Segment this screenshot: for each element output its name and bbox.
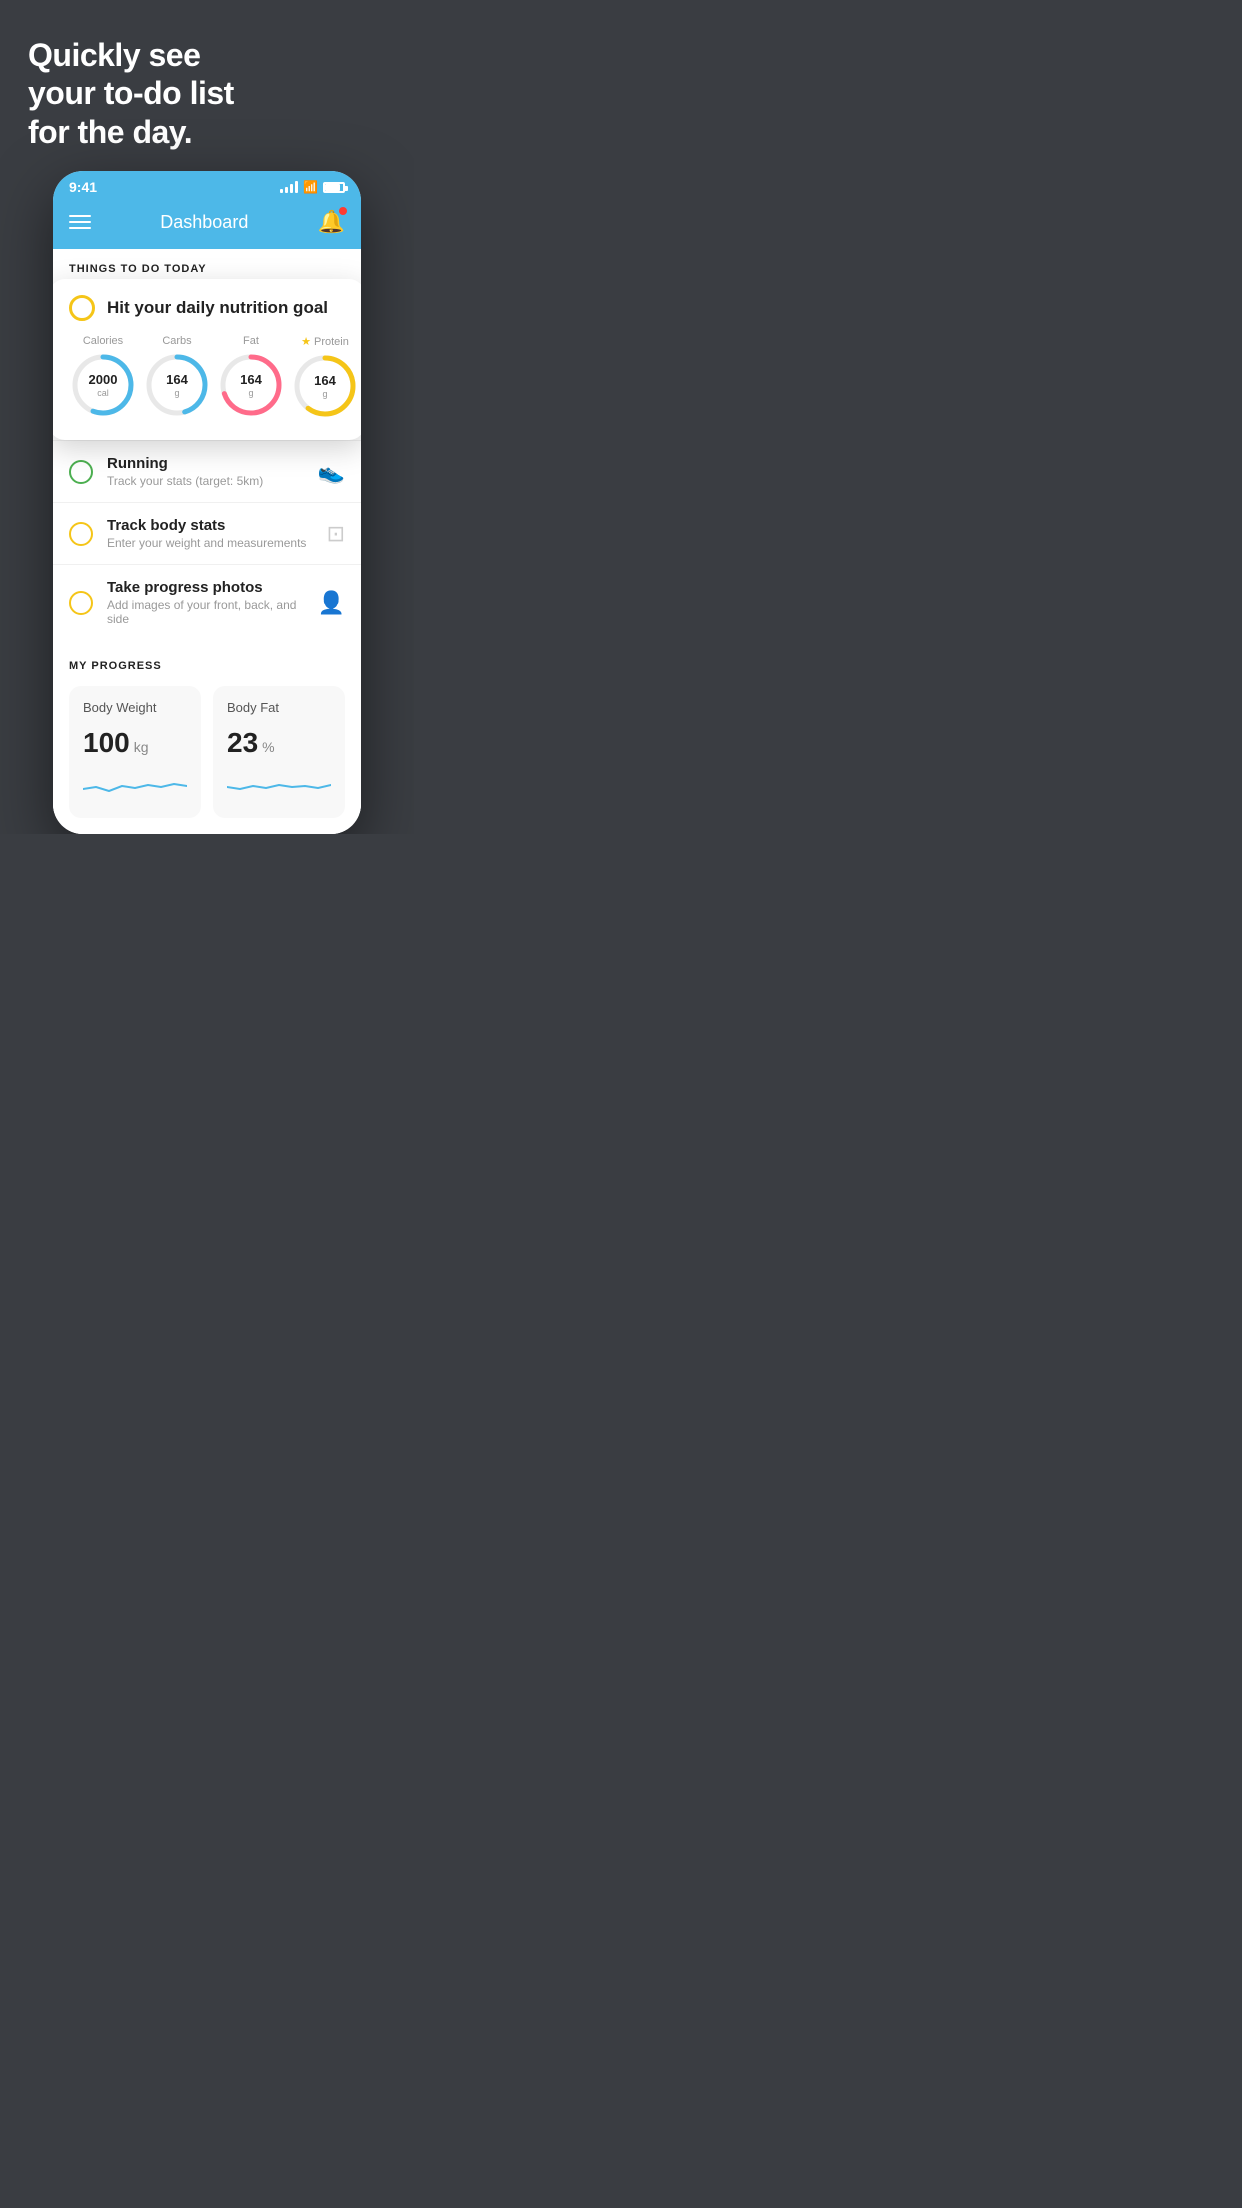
body-weight-value-row: 100 kg bbox=[83, 727, 187, 759]
protein-value: 164 bbox=[314, 373, 336, 389]
card-wrapper: Hit your daily nutrition goal Calories bbox=[53, 279, 361, 440]
calories-chart: 2000 cal bbox=[69, 351, 137, 419]
todo-running[interactable]: Running Track your stats (target: 5km) 👟 bbox=[53, 440, 361, 502]
running-radio[interactable] bbox=[69, 460, 93, 484]
nutrition-card-title-row: Hit your daily nutrition goal bbox=[69, 295, 345, 321]
carbs-label: Carbs bbox=[162, 335, 191, 347]
time: 9:41 bbox=[69, 179, 97, 195]
todo-progress-photos[interactable]: Take progress photos Add images of your … bbox=[53, 564, 361, 640]
running-text: Running Track your stats (target: 5km) bbox=[107, 455, 304, 488]
body-weight-title: Body Weight bbox=[83, 700, 187, 715]
headline: Quickly see your to-do list for the day. bbox=[0, 0, 414, 171]
status-icons: 📶 bbox=[280, 180, 345, 194]
body-fat-title: Body Fat bbox=[227, 700, 331, 715]
fat-chart: 164 g bbox=[217, 351, 285, 419]
todo-body-stats[interactable]: Track body stats Enter your weight and m… bbox=[53, 502, 361, 564]
wifi-icon: 📶 bbox=[303, 180, 318, 194]
headline-line3: for the day. bbox=[28, 113, 386, 151]
signal-icon bbox=[280, 181, 298, 193]
carbs-value: 164 bbox=[166, 372, 188, 388]
calories-value: 2000 bbox=[89, 372, 118, 388]
nutrition-todo-radio[interactable] bbox=[69, 295, 95, 321]
nutrition-carbs: Carbs 164 g bbox=[143, 335, 211, 419]
things-to-do-header: THINGS TO DO TODAY bbox=[53, 249, 361, 283]
hamburger-icon[interactable] bbox=[69, 215, 91, 229]
notification-bell-button[interactable]: 🔔 bbox=[318, 209, 345, 235]
notification-badge bbox=[339, 207, 347, 215]
body-stats-text: Track body stats Enter your weight and m… bbox=[107, 517, 313, 550]
progress-header: MY PROGRESS bbox=[69, 660, 345, 672]
header-title: Dashboard bbox=[160, 212, 248, 233]
headline-line1: Quickly see bbox=[28, 36, 386, 74]
body-fat-value: 23 bbox=[227, 727, 258, 759]
body-stats-radio[interactable] bbox=[69, 522, 93, 546]
star-icon: ★ bbox=[301, 335, 311, 348]
battery-icon bbox=[323, 182, 345, 193]
shoe-icon: 👟 bbox=[318, 459, 345, 485]
progress-cards: Body Weight 100 kg Body Fat 23 bbox=[69, 686, 345, 818]
scale-icon: ⊡ bbox=[327, 521, 345, 547]
app-header: Dashboard 🔔 bbox=[53, 199, 361, 249]
body-fat-value-row: 23 % bbox=[227, 727, 331, 759]
nutrition-protein: ★ Protein 164 g bbox=[291, 335, 359, 420]
running-title: Running bbox=[107, 455, 304, 472]
photos-title: Take progress photos bbox=[107, 579, 304, 596]
photos-subtitle: Add images of your front, back, and side bbox=[107, 598, 304, 626]
body-weight-card[interactable]: Body Weight 100 kg bbox=[69, 686, 201, 818]
app-body: THINGS TO DO TODAY Hit your daily nutrit… bbox=[53, 249, 361, 834]
status-bar: 9:41 📶 bbox=[53, 171, 361, 199]
nutrition-calories: Calories 2000 cal bbox=[69, 335, 137, 419]
body-weight-unit: kg bbox=[134, 739, 149, 755]
protein-chart: 164 g bbox=[291, 352, 359, 420]
body-weight-value: 100 bbox=[83, 727, 130, 759]
background: Quickly see your to-do list for the day.… bbox=[0, 0, 414, 834]
nutrition-card: Hit your daily nutrition goal Calories bbox=[53, 279, 361, 440]
person-icon: 👤 bbox=[318, 590, 345, 616]
calories-label: Calories bbox=[83, 335, 123, 347]
carbs-chart: 164 g bbox=[143, 351, 211, 419]
nutrition-card-title: Hit your daily nutrition goal bbox=[107, 298, 328, 318]
fat-value: 164 bbox=[240, 372, 262, 388]
body-stats-subtitle: Enter your weight and measurements bbox=[107, 536, 313, 550]
photos-text: Take progress photos Add images of your … bbox=[107, 579, 304, 626]
fat-label: Fat bbox=[243, 335, 259, 347]
photos-radio[interactable] bbox=[69, 591, 93, 615]
nutrition-circles-row: Calories 2000 cal bbox=[69, 335, 345, 420]
phone-frame: 9:41 📶 Dashboard bbox=[53, 171, 361, 834]
running-subtitle: Track your stats (target: 5km) bbox=[107, 474, 304, 488]
body-fat-unit: % bbox=[262, 739, 274, 755]
protein-label: ★ Protein bbox=[301, 335, 349, 348]
progress-section: MY PROGRESS Body Weight 100 kg Body F bbox=[53, 640, 361, 834]
headline-line2: your to-do list bbox=[28, 74, 386, 112]
body-stats-title: Track body stats bbox=[107, 517, 313, 534]
body-fat-card[interactable]: Body Fat 23 % bbox=[213, 686, 345, 818]
nutrition-fat: Fat 164 g bbox=[217, 335, 285, 419]
body-weight-sparkline bbox=[83, 769, 187, 799]
body-fat-sparkline bbox=[227, 769, 331, 799]
